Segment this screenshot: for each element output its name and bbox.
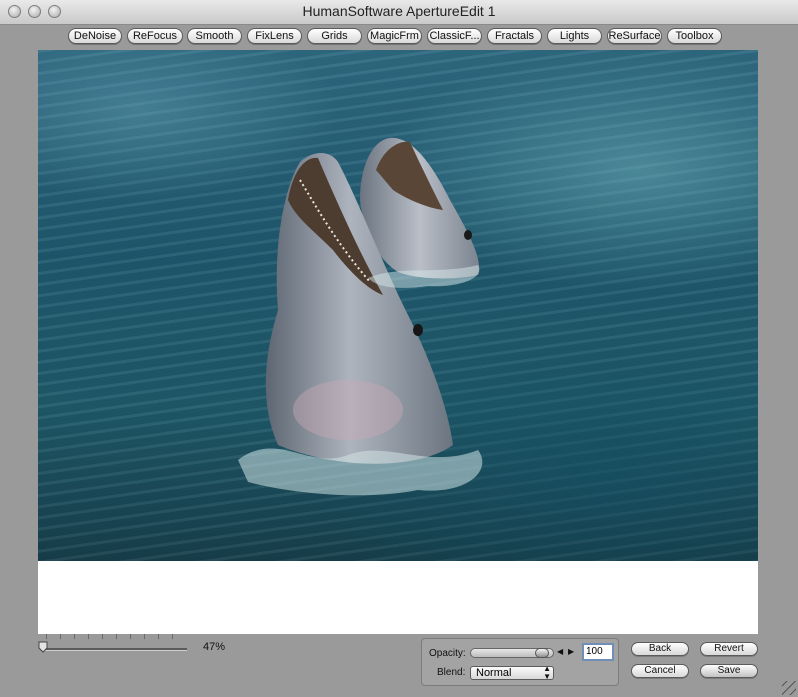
back-button[interactable]: Back bbox=[631, 642, 689, 656]
updown-arrows-icon: ▲ ▼ bbox=[543, 664, 551, 681]
fractals-button[interactable]: Fractals bbox=[487, 28, 542, 44]
grids-button[interactable]: Grids bbox=[307, 28, 362, 44]
zoom-percentage: 47% bbox=[203, 641, 226, 653]
zoom-ticks bbox=[46, 634, 186, 639]
dolphins-illustration bbox=[238, 137, 483, 496]
opacity-label: Opacity: bbox=[429, 648, 466, 659]
title-bar: HumanSoftware ApertureEdit 1 bbox=[0, 0, 798, 25]
opacity-input[interactable]: 100 bbox=[582, 643, 614, 661]
window-title: HumanSoftware ApertureEdit 1 bbox=[302, 3, 496, 19]
zoom-slider-thumb[interactable] bbox=[38, 641, 48, 653]
save-button[interactable]: Save bbox=[700, 664, 758, 678]
image-canvas[interactable] bbox=[38, 50, 758, 634]
blend-mode-select[interactable]: Normal ▲ ▼ bbox=[470, 664, 554, 681]
opacity-slider[interactable] bbox=[470, 648, 554, 658]
opacity-decrease-icon[interactable]: ◀ bbox=[557, 647, 563, 656]
filter-toolbar: DeNoise ReFocus Smooth FixLens Grids Mag… bbox=[0, 25, 798, 47]
magicfrm-button[interactable]: MagicFrm bbox=[367, 28, 422, 44]
blend-label: Blend: bbox=[437, 667, 466, 678]
resize-grip-icon[interactable] bbox=[782, 681, 796, 695]
fixlens-button[interactable]: FixLens bbox=[247, 28, 302, 44]
classicframes-button[interactable]: ClassicF... bbox=[427, 28, 482, 44]
zoom-slider-track[interactable] bbox=[42, 648, 187, 651]
smooth-button[interactable]: Smooth bbox=[187, 28, 242, 44]
toolbox-button[interactable]: Toolbox bbox=[667, 28, 722, 44]
zoom-control: 47% bbox=[38, 634, 238, 660]
cancel-button[interactable]: Cancel bbox=[631, 664, 689, 678]
opacity-blend-panel: Opacity: ◀ ▶ 100 Blend: Normal ▲ ▼ bbox=[421, 638, 619, 686]
refocus-button[interactable]: ReFocus bbox=[127, 28, 183, 44]
resurface-button[interactable]: ReSurface bbox=[607, 28, 662, 44]
opacity-slider-thumb[interactable] bbox=[535, 648, 549, 658]
blend-mode-value: Normal bbox=[476, 667, 512, 679]
revert-button[interactable]: Revert bbox=[700, 642, 758, 656]
lights-button[interactable]: Lights bbox=[547, 28, 602, 44]
denoise-button[interactable]: DeNoise bbox=[68, 28, 122, 44]
dolphins-photo bbox=[38, 50, 758, 561]
opacity-increase-icon[interactable]: ▶ bbox=[568, 647, 574, 656]
